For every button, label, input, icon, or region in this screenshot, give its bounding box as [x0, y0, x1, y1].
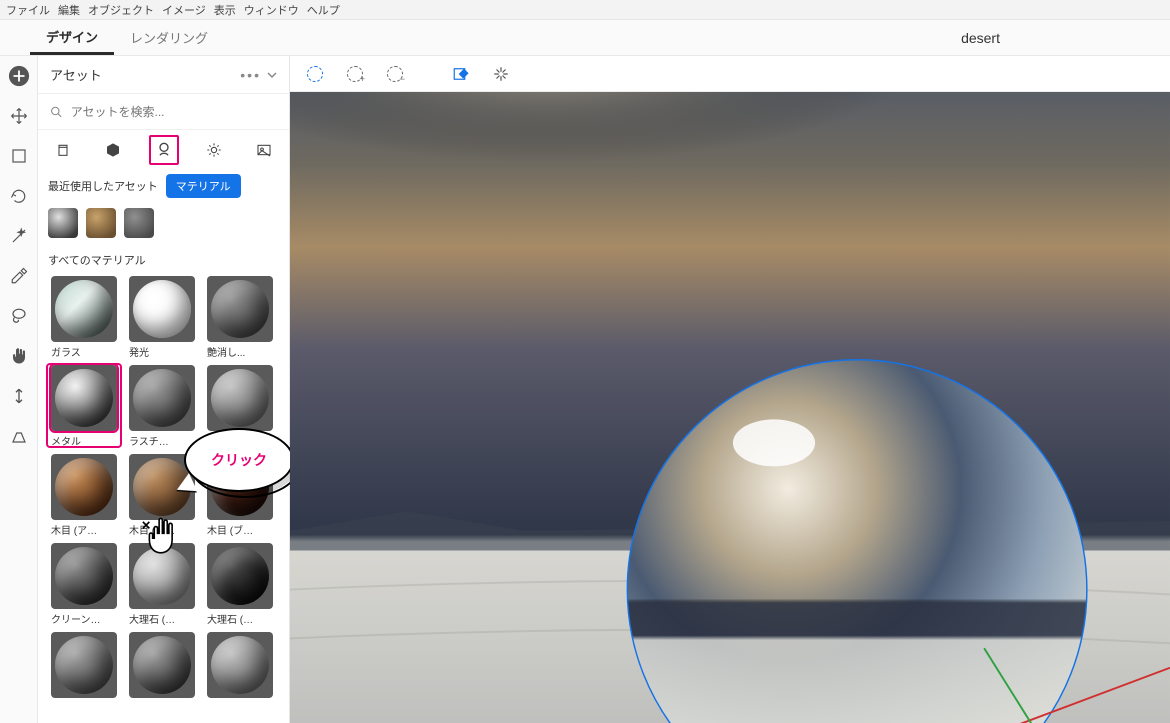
category-shapes[interactable] [98, 135, 128, 165]
viewport[interactable] [290, 92, 1170, 723]
material-thumb [51, 543, 117, 609]
viewport-wrap: + − [290, 56, 1170, 723]
material-label: メタル [51, 433, 117, 448]
material-thumb [129, 454, 195, 520]
magic-wand-tool[interactable] [7, 224, 31, 248]
material-label: クリーン… [51, 611, 117, 626]
undo-tool[interactable] [7, 184, 31, 208]
material-label: 木目 (ア… [129, 522, 195, 537]
meatball-icon: ••• [240, 67, 261, 83]
material-label: ラスチ… [129, 433, 195, 448]
move-tool[interactable] [7, 104, 31, 128]
recent-assets-row: 最近使用したアセット マテリアル [38, 170, 289, 202]
decal-button[interactable] [450, 63, 472, 85]
menu-object[interactable]: オブジェクト [88, 2, 154, 18]
snap-button[interactable] [490, 63, 512, 85]
frame-tool[interactable] [7, 144, 31, 168]
menubar: ファイル 編集 オブジェクト イメージ 表示 ウィンドウ ヘルプ [0, 0, 1170, 20]
menu-edit[interactable]: 編集 [58, 2, 80, 18]
material-thumb [51, 365, 117, 431]
materials-grid: ガラス発光艶消し... メタルラスチ… ワックス木目 (ア… 木目 (ア… 木目 (ブ…… [38, 272, 289, 704]
material-thumb [129, 543, 195, 609]
menu-help[interactable]: ヘルプ [307, 2, 340, 18]
material-label: ガラス [51, 344, 117, 359]
material-item[interactable] [48, 632, 120, 700]
search-icon [50, 105, 63, 119]
material-item[interactable]: 木目 (ア… [48, 454, 120, 537]
recent-label: 最近使用したアセット [48, 178, 158, 194]
tabbar: デザイン レンダリング desert [0, 20, 1170, 56]
material-item[interactable]: クリーン… [48, 543, 120, 626]
add-object-button[interactable] [7, 64, 31, 88]
scene-render [290, 92, 1170, 723]
material-thumb [207, 543, 273, 609]
asset-panel: アセット ••• [38, 56, 290, 723]
recent-thumb[interactable] [124, 208, 154, 238]
category-tabs [38, 130, 289, 170]
search-row [38, 94, 289, 130]
material-item[interactable]: 木目 (ブ… [204, 454, 276, 537]
material-item[interactable]: ガラス [48, 276, 120, 359]
viewport-toolbar: + − [290, 56, 1170, 92]
material-thumb [129, 276, 195, 342]
chevron-down-icon [267, 70, 277, 80]
menu-image[interactable]: イメージ [162, 2, 206, 18]
material-thumb [129, 632, 195, 698]
menu-view[interactable]: 表示 [214, 2, 236, 18]
recent-thumb[interactable] [48, 208, 78, 238]
document-title: desert [961, 30, 1000, 46]
tab-design[interactable]: デザイン [30, 20, 114, 55]
material-label: 大理石 (… [207, 611, 273, 626]
hand-tool[interactable] [7, 344, 31, 368]
material-item[interactable]: 大理石 (… [204, 543, 276, 626]
material-item[interactable] [204, 632, 276, 700]
material-thumb [207, 632, 273, 698]
material-thumb [51, 632, 117, 698]
material-item[interactable]: メタル [48, 365, 120, 448]
all-materials-label: すべてのマテリアル [38, 244, 289, 272]
material-item[interactable]: 木目 (ア… [126, 454, 198, 537]
material-item[interactable]: ラスチ… [126, 365, 198, 448]
material-item[interactable]: 艶消し... [204, 276, 276, 359]
panel-header: アセット ••• [38, 56, 289, 94]
perspective-tool[interactable] [7, 424, 31, 448]
tool-column [0, 56, 38, 723]
recent-thumbs [38, 202, 289, 244]
category-models[interactable] [48, 135, 78, 165]
menu-file[interactable]: ファイル [6, 2, 50, 18]
material-thumb [207, 276, 273, 342]
lasso-tool[interactable] [7, 304, 31, 328]
material-thumb [51, 454, 117, 520]
search-input[interactable] [71, 105, 277, 119]
material-item[interactable]: 大理石 (… [126, 543, 198, 626]
material-thumb [51, 276, 117, 342]
material-item[interactable]: ワックス [204, 365, 276, 448]
select-marquee-button[interactable] [304, 63, 326, 85]
category-materials[interactable] [149, 135, 179, 165]
material-thumb [129, 365, 195, 431]
material-item[interactable]: 発光 [126, 276, 198, 359]
select-subtract-button[interactable]: − [384, 63, 406, 85]
material-label: 木目 (ブ… [207, 522, 273, 537]
material-label: 発光 [129, 344, 195, 359]
category-lights[interactable] [199, 135, 229, 165]
material-label: ワックス [207, 433, 273, 448]
tab-rendering[interactable]: レンダリング [114, 20, 224, 55]
material-label: 大理石 (… [129, 611, 195, 626]
panel-more[interactable]: ••• [240, 67, 277, 83]
material-chip[interactable]: マテリアル [166, 174, 241, 198]
eyedropper-tool[interactable] [7, 264, 31, 288]
menu-window[interactable]: ウィンドウ [244, 2, 299, 18]
vertical-resize-tool[interactable] [7, 384, 31, 408]
material-thumb [207, 365, 273, 431]
material-item[interactable] [126, 632, 198, 700]
category-images[interactable] [249, 135, 279, 165]
material-thumb [207, 454, 273, 520]
material-label: 艶消し... [207, 344, 273, 359]
select-add-button[interactable]: + [344, 63, 366, 85]
material-label: 木目 (ア… [51, 522, 117, 537]
panel-title: アセット [50, 65, 102, 84]
recent-thumb[interactable] [86, 208, 116, 238]
